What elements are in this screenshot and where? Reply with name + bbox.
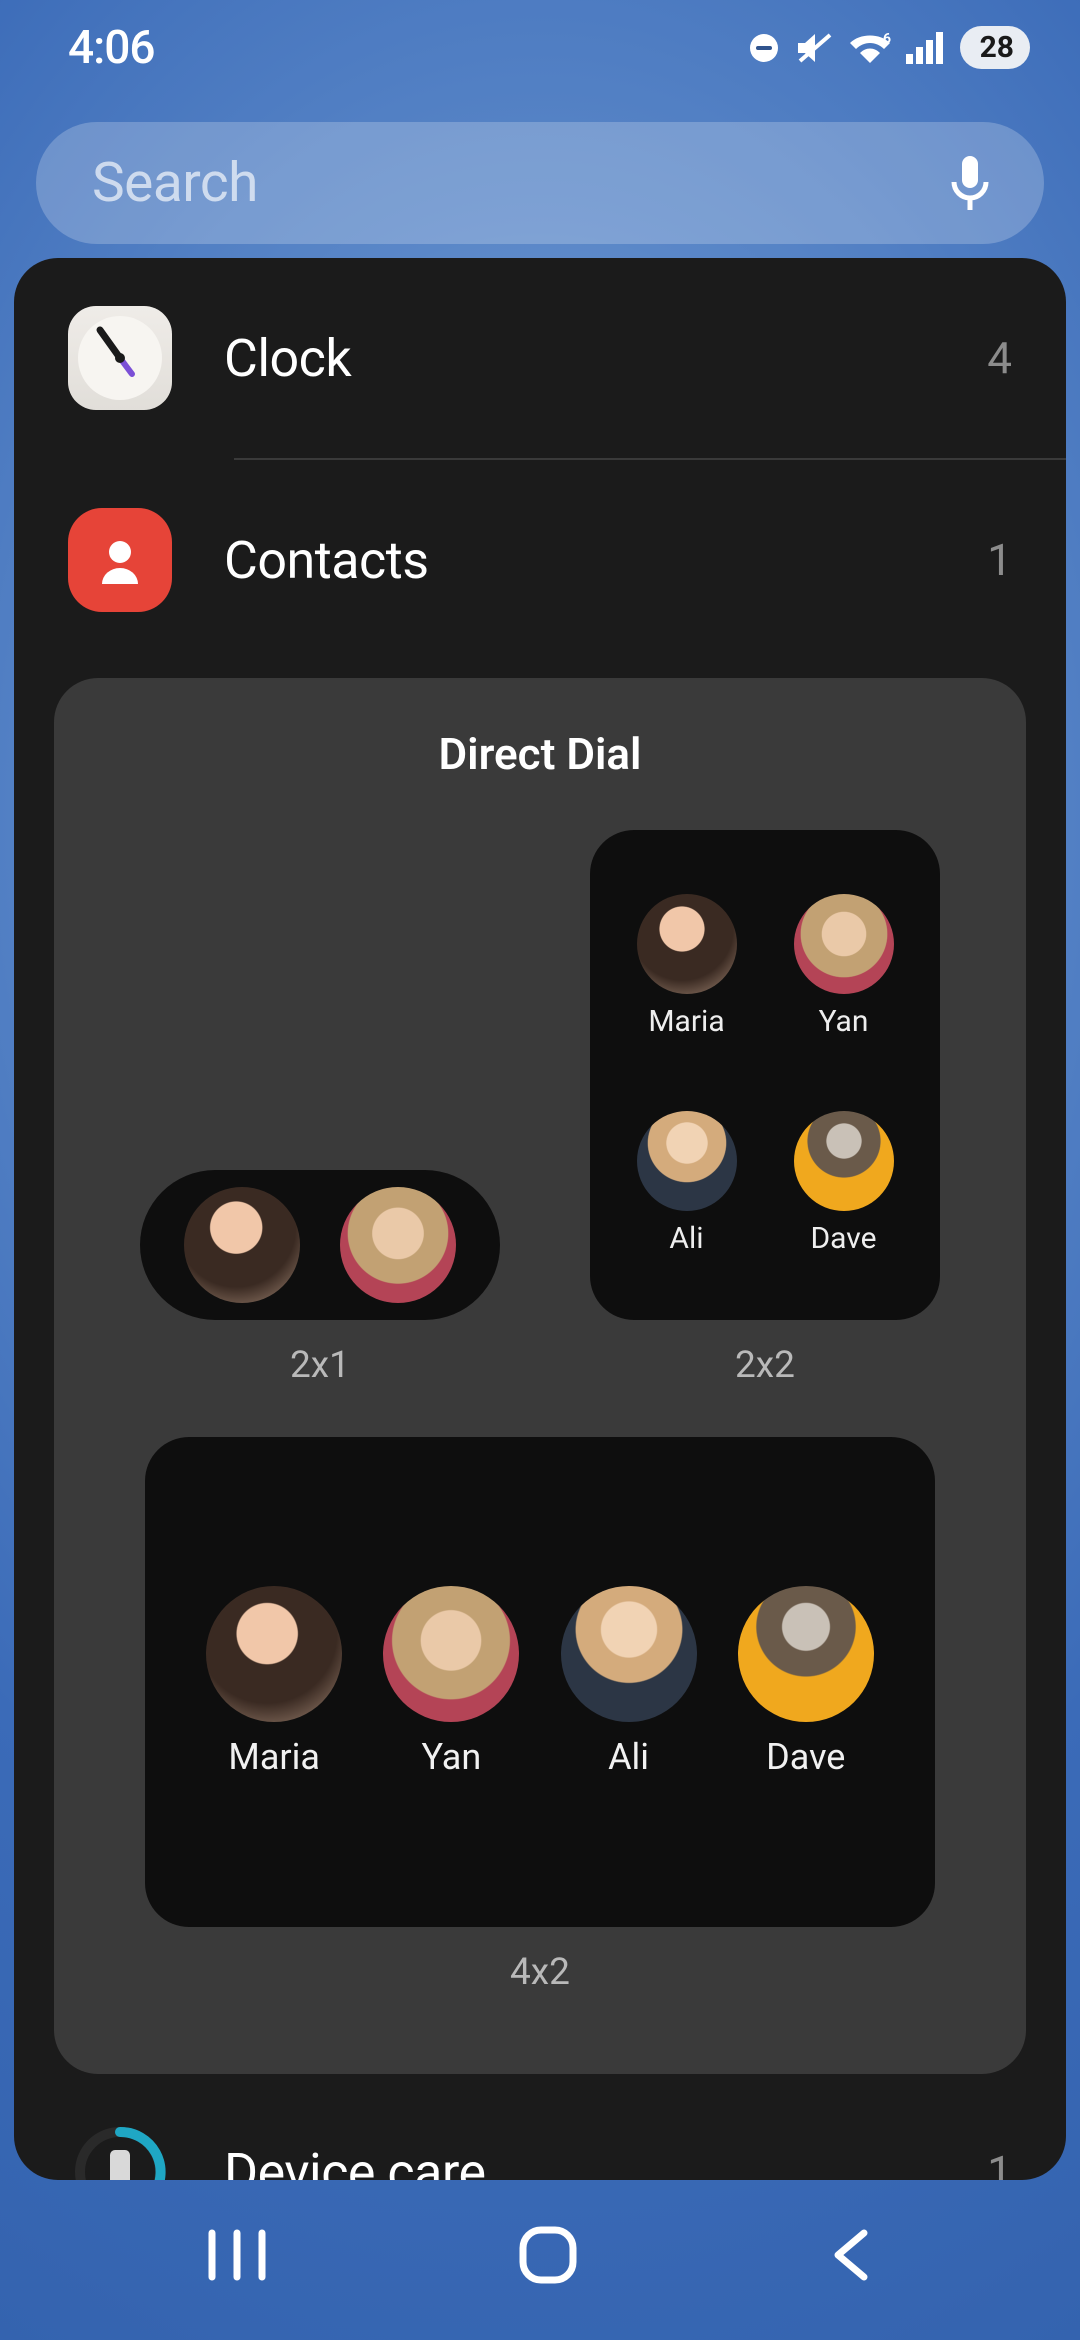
app-name-clock: Clock bbox=[224, 328, 935, 389]
search-bar[interactable]: Search bbox=[36, 122, 1044, 244]
contact-label: Dave bbox=[810, 1221, 876, 1256]
widget-cell: Maria bbox=[206, 1586, 342, 1778]
direct-dial-title: Direct Dial bbox=[94, 728, 986, 780]
contact-label: Yan bbox=[819, 1004, 869, 1039]
avatar bbox=[738, 1586, 874, 1722]
widget-cell: Ali bbox=[608, 1075, 765, 1292]
widget-col-2x1: 2x1 bbox=[140, 1170, 500, 1387]
avatar bbox=[184, 1187, 300, 1303]
direct-dial-card: Direct Dial 2x1 Maria Yan Ali Dave 2x2 bbox=[54, 678, 1026, 2074]
widget-panel[interactable]: Clock 4 Contacts 1 Direct Dial 2x1 M bbox=[14, 258, 1066, 2180]
avatar bbox=[794, 1111, 894, 1211]
app-row-clock[interactable]: Clock 4 bbox=[14, 258, 1066, 458]
app-name-contacts: Contacts bbox=[224, 530, 935, 591]
widget-cell: Dave bbox=[738, 1586, 874, 1778]
avatar bbox=[794, 894, 894, 994]
back-button[interactable] bbox=[824, 2225, 878, 2285]
contact-label: Ali bbox=[669, 1221, 703, 1256]
status-icons: 6 28 bbox=[748, 26, 1030, 69]
widget-size-label: 2x2 bbox=[735, 1344, 795, 1387]
avatar bbox=[340, 1187, 456, 1303]
wifi-icon: 6 bbox=[848, 31, 892, 65]
nav-bar bbox=[0, 2200, 1080, 2340]
app-name-device-care: Device care bbox=[224, 2142, 935, 2181]
direct-dial-row-bottom: Maria Yan Ali Dave 4x2 bbox=[94, 1437, 986, 1994]
widget-cell: Maria bbox=[608, 858, 765, 1075]
search-placeholder: Search bbox=[92, 151, 946, 215]
avatar bbox=[206, 1586, 342, 1722]
contacts-icon bbox=[68, 508, 172, 612]
avatar bbox=[637, 1111, 737, 1211]
clock-icon bbox=[68, 306, 172, 410]
widget-cell: Yan bbox=[383, 1586, 519, 1778]
widget-cell: Ali bbox=[561, 1586, 697, 1778]
app-count-device-care: 1 bbox=[987, 2146, 1012, 2180]
avatar bbox=[637, 894, 737, 994]
battery-level: 28 bbox=[980, 30, 1014, 65]
app-row-contacts[interactable]: Contacts 1 bbox=[14, 460, 1066, 660]
contact-label: Maria bbox=[228, 1736, 320, 1778]
home-button[interactable] bbox=[515, 2222, 581, 2288]
app-row-device-care[interactable]: Device care 1 bbox=[14, 2102, 1066, 2180]
status-bar: 4:06 6 28 bbox=[0, 0, 1080, 95]
avatar bbox=[383, 1586, 519, 1722]
mic-icon[interactable] bbox=[946, 152, 994, 214]
widget-col-2x2: Maria Yan Ali Dave 2x2 bbox=[590, 830, 940, 1387]
dnd-icon bbox=[748, 32, 780, 64]
app-count-clock: 4 bbox=[987, 332, 1012, 384]
widget-cell: Dave bbox=[765, 1075, 922, 1292]
contact-label: Dave bbox=[766, 1736, 845, 1778]
widget-2x1[interactable] bbox=[140, 1170, 500, 1320]
widget-size-label: 4x2 bbox=[510, 1951, 570, 1994]
battery-pill: 28 bbox=[960, 26, 1030, 69]
widget-col-4x2: Maria Yan Ali Dave 4x2 bbox=[94, 1437, 986, 1994]
avatar bbox=[561, 1586, 697, 1722]
widget-2x2[interactable]: Maria Yan Ali Dave bbox=[590, 830, 940, 1320]
mute-icon bbox=[794, 31, 834, 65]
direct-dial-row-top: 2x1 Maria Yan Ali Dave 2x2 bbox=[94, 830, 986, 1387]
signal-icon bbox=[906, 32, 946, 64]
status-time: 4:06 bbox=[68, 21, 155, 75]
widget-4x2[interactable]: Maria Yan Ali Dave bbox=[145, 1437, 935, 1927]
widget-size-label: 2x1 bbox=[290, 1344, 350, 1387]
recents-button[interactable] bbox=[202, 2225, 272, 2285]
contact-label: Yan bbox=[421, 1736, 481, 1778]
svg-text:6: 6 bbox=[883, 31, 891, 47]
contact-label: Ali bbox=[608, 1736, 649, 1778]
contact-label: Maria bbox=[648, 1004, 724, 1039]
widget-cell: Yan bbox=[765, 858, 922, 1075]
app-count-contacts: 1 bbox=[987, 534, 1012, 586]
device-care-icon bbox=[68, 2120, 172, 2180]
